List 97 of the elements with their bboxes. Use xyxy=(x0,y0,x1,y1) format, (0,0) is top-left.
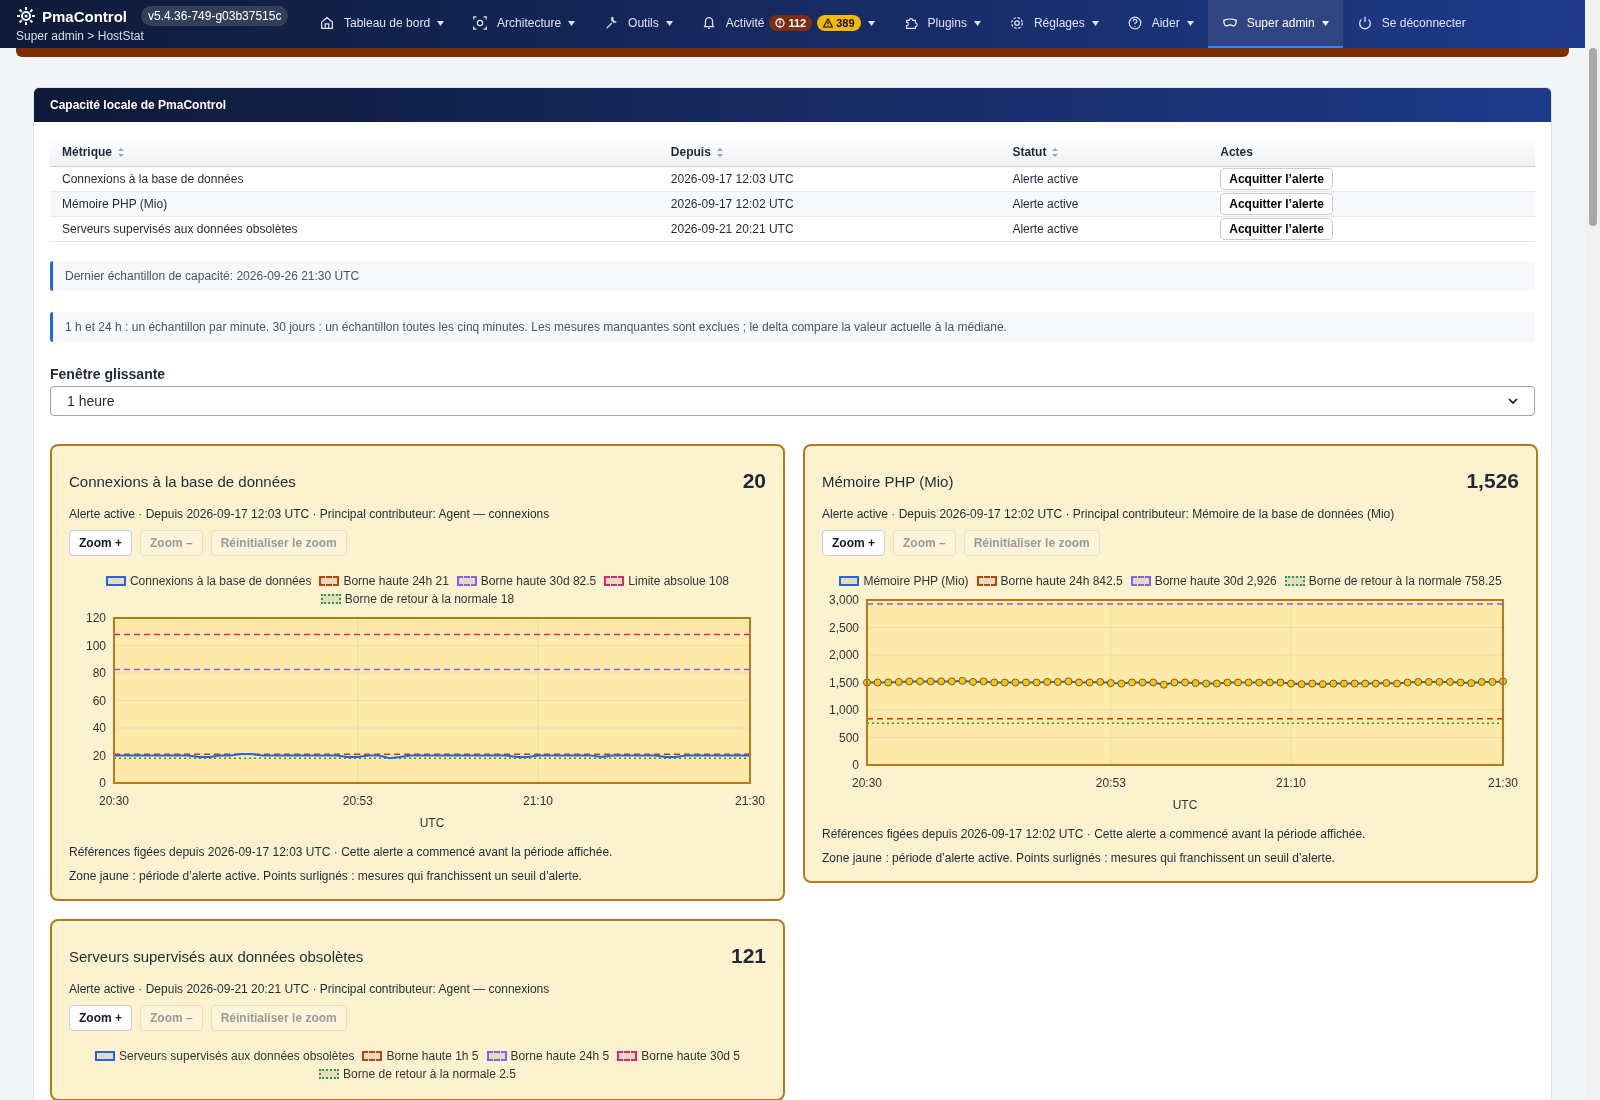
legend-label: Limite absolue 108 xyxy=(628,574,730,588)
legend-label: Borne haute 30d 82.5 xyxy=(480,574,597,588)
metric-value: 20 xyxy=(742,469,766,493)
nav-item[interactable]: Super admin xyxy=(1207,0,1343,48)
acknowledge-button[interactable]: Acquitter l’alerte xyxy=(1220,193,1333,215)
axis-label: 20:53 xyxy=(342,794,373,808)
window-select[interactable]: 1 heure xyxy=(50,386,1535,416)
nav-item[interactable]: Tableau de bord xyxy=(305,0,459,48)
axis-label: 20 xyxy=(92,748,106,763)
count-badge: 112 xyxy=(769,15,813,31)
panel-title: Capacité locale de PmaControl xyxy=(34,88,1551,122)
info-note: 1 h et 24 h : un échantillon par minute. 30 jours : un échantillon toutes les cinq minutes. Les mesures manquantes sont exclues ; le delta compare la valeur actuelle à la médiane. xyxy=(50,312,1535,342)
legend-label: Borne haute 1h 5 xyxy=(386,1049,479,1063)
nav-item[interactable]: Architecture xyxy=(458,0,590,48)
axis-label: 0 xyxy=(99,776,106,790)
axis-label: 40 xyxy=(92,721,106,735)
axis-label: 21:30 xyxy=(735,794,765,808)
axis-label: 120 xyxy=(85,611,106,625)
acknowledge-button[interactable]: Acquitter l’alerte xyxy=(1220,218,1333,240)
caret-icon xyxy=(1508,398,1518,404)
axis-label: 3,000 xyxy=(828,593,859,607)
axis-label: 21:10 xyxy=(523,794,553,808)
sort-icon xyxy=(118,148,124,158)
legend-label: Mémoire PHP (Mio) xyxy=(863,574,969,588)
table-cell: Mémoire PHP (Mio) xyxy=(50,191,659,217)
axis-label: 1,500 xyxy=(828,675,859,690)
axis-label: 2,500 xyxy=(828,620,859,635)
settings-icon xyxy=(1008,15,1025,31)
nav-item[interactable]: Aider xyxy=(1112,0,1208,48)
legend-label: Borne de retour à la normale 18 xyxy=(344,592,515,606)
axis-label: 2,000 xyxy=(828,648,859,662)
axis-label: 500 xyxy=(838,730,859,745)
card-title: Mémoire PHP (Mio) xyxy=(822,472,954,490)
legend-label: Borne haute 24h 21 xyxy=(343,574,449,588)
card-title: Serveurs supervisés aux données obsolètes xyxy=(69,947,364,965)
axis-label: 20:53 xyxy=(1095,776,1126,790)
chart-note: Références figées depuis 2026-09-17 12:03 UTC · Cette alerte a commencé avant la période affichée. xyxy=(69,845,614,859)
axis-label: 60 xyxy=(92,693,106,708)
metric-value: 1,526 xyxy=(1466,469,1519,493)
legend-label: Borne de retour à la normale 758.25 xyxy=(1308,574,1502,588)
legend-label: Borne haute 30d 5 xyxy=(641,1049,741,1063)
axis-label: 20:30 xyxy=(852,776,882,790)
legend-label: Borne de retour à la normale 2.5 xyxy=(343,1067,516,1081)
chart-note: Références figées depuis 2026-09-17 12:02 UTC · Cette alerte a commencé avant la période affichée. xyxy=(822,827,1367,841)
axis-title: UTC xyxy=(419,816,445,830)
card-title: Connexions à la base de données xyxy=(69,472,296,490)
home-icon xyxy=(319,15,335,31)
axis-label: 21:10 xyxy=(1276,776,1306,790)
axis-title: UTC xyxy=(1172,798,1198,812)
table-cell: Alerte active xyxy=(1000,191,1209,217)
table-cell: Alerte active xyxy=(1000,216,1209,242)
legend-label: Borne haute 24h 842.5 xyxy=(1000,574,1123,588)
table-cell: Alerte active xyxy=(1000,166,1209,192)
table-cell: 2026-09-21 20:21 UTC xyxy=(658,216,1001,242)
info-note: Dernier échantillon de capacité: 2026-09-26 21:30 UTC xyxy=(50,261,1535,291)
scan-icon xyxy=(472,15,489,31)
scrollbar[interactable] xyxy=(1585,0,1600,1100)
axis-label: 20:30 xyxy=(99,794,129,808)
metric-value: 121 xyxy=(730,944,766,968)
legend-label: Borne haute 24h 5 xyxy=(510,1049,610,1063)
legend-label: Connexions à la base de données xyxy=(129,574,312,588)
field-label: Fenêtre glissante xyxy=(50,366,167,382)
chart-note: Zone jaune : période d’alerte active. Points surlignés : mesures qui franchissent un seuil d’alerte. xyxy=(822,851,1336,865)
alert-meta: Alerte active · Depuis 2026-09-17 12:02 UTC · Principal contributeur: Mémoire de la base de données (Mio) xyxy=(822,507,1396,521)
breadcrumb: Super admin > HostStat xyxy=(16,29,144,43)
axis-label: 100 xyxy=(85,638,106,653)
nav-item[interactable]: Plugins xyxy=(888,0,995,48)
zoom-button[interactable]: Zoom + xyxy=(69,1005,132,1031)
nav-item[interactable]: Outils xyxy=(589,0,687,48)
zoom-button[interactable]: Zoom + xyxy=(822,530,885,556)
sort-icon xyxy=(1052,148,1059,158)
axis-label: 0 xyxy=(852,758,859,772)
legend-label: Borne haute 30d 2,926 xyxy=(1154,574,1277,588)
scrollbar-thumb[interactable] xyxy=(1588,48,1597,226)
version-tag: v5.4.36-749-g03b37515c xyxy=(141,6,289,26)
nav-item[interactable]: Activité 112 389 xyxy=(686,0,889,48)
help-icon xyxy=(1126,15,1143,31)
count-badge: 389 xyxy=(817,15,861,31)
axis-label: 21:30 xyxy=(1488,776,1518,790)
axis-label: 1,000 xyxy=(828,703,859,717)
alert-meta: Alerte active · Depuis 2026-09-17 12:03 UTC · Principal contributeur: Agent — connexions xyxy=(69,507,551,521)
power-icon xyxy=(1356,15,1373,31)
legend-label: Serveurs supervisés aux données obsolètes xyxy=(118,1049,355,1063)
chart-note: Zone jaune : période d’alerte active. Points surlignés : mesures qui franchissent un seuil d’alerte. xyxy=(69,869,583,883)
table-cell: Connexions à la base de données xyxy=(50,166,659,192)
axis-label: 80 xyxy=(92,666,106,680)
table-cell: Serveurs supervisés aux données obsolètes xyxy=(50,216,659,242)
nav-item[interactable]: Se déconnecter xyxy=(1342,0,1480,48)
sort-icon xyxy=(716,148,723,158)
table-cell: 2026-09-17 12:02 UTC xyxy=(658,191,1001,217)
nav-item[interactable]: Réglages xyxy=(994,0,1113,48)
acknowledge-button[interactable]: Acquitter l’alerte xyxy=(1220,168,1333,190)
brand-name[interactable]: PmaControl xyxy=(42,7,127,25)
gear-logo-icon xyxy=(16,6,36,26)
zoom-button[interactable]: Zoom + xyxy=(69,530,132,556)
alert-meta: Alerte active · Depuis 2026-09-21 20:21 UTC · Principal contributeur: Agent — connexions xyxy=(69,982,551,996)
table-cell: 2026-09-17 12:03 UTC xyxy=(658,166,1001,192)
